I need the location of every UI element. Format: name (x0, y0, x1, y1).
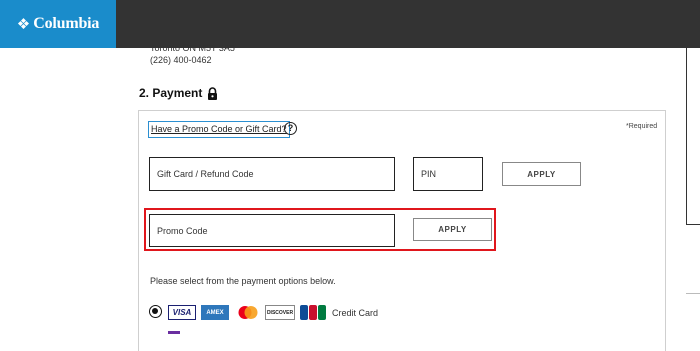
brand-name: Columbia (33, 15, 100, 32)
lock-icon (207, 86, 218, 100)
brand-logo[interactable]: ❖ Columbia (0, 0, 116, 48)
order-summary-border-bottom (686, 224, 700, 225)
apply-gift-card-button[interactable]: APPLY (502, 162, 581, 186)
discover-icon: DISCOVER (265, 305, 295, 320)
payment-title-text: 2. Payment (139, 86, 203, 100)
top-header: ❖ Columbia (0, 0, 700, 48)
credit-card-label: Credit Card (332, 308, 379, 318)
apply-promo-code-button[interactable]: APPLY (413, 218, 492, 241)
help-icon[interactable]: ? (284, 122, 297, 135)
promo-code-placeholder: Promo Code (157, 225, 208, 236)
jcb-icon (300, 305, 326, 320)
credit-card-radio[interactable] (149, 305, 162, 318)
visa-icon: VISA (168, 305, 196, 320)
columbia-diamond-icon: ❖ (16, 15, 31, 33)
amex-icon: AMEX (201, 305, 229, 320)
pin-placeholder: PIN (421, 169, 437, 179)
promo-code-input[interactable]: Promo Code (149, 214, 395, 247)
mastercard-icon (236, 305, 260, 320)
required-note: *Required (626, 123, 658, 130)
address-line-1: Toronto ON M5T 3A5 (150, 43, 235, 53)
gift-card-input[interactable]: Gift Card / Refund Code (149, 157, 395, 191)
discover-text: DISCOVER (266, 309, 294, 316)
pin-input[interactable]: PIN (413, 157, 483, 191)
promo-gift-card-link[interactable]: Have a Promo Code or Gift Card? (148, 121, 290, 138)
payment-section-title: 2. Payment (139, 86, 218, 100)
divider (686, 293, 700, 294)
payment-options-instruction: Please select from the payment options b… (150, 276, 336, 286)
gift-card-placeholder: Gift Card / Refund Code (157, 169, 254, 179)
order-summary-border (686, 48, 687, 224)
address-phone: (226) 400-0462 (150, 55, 212, 65)
